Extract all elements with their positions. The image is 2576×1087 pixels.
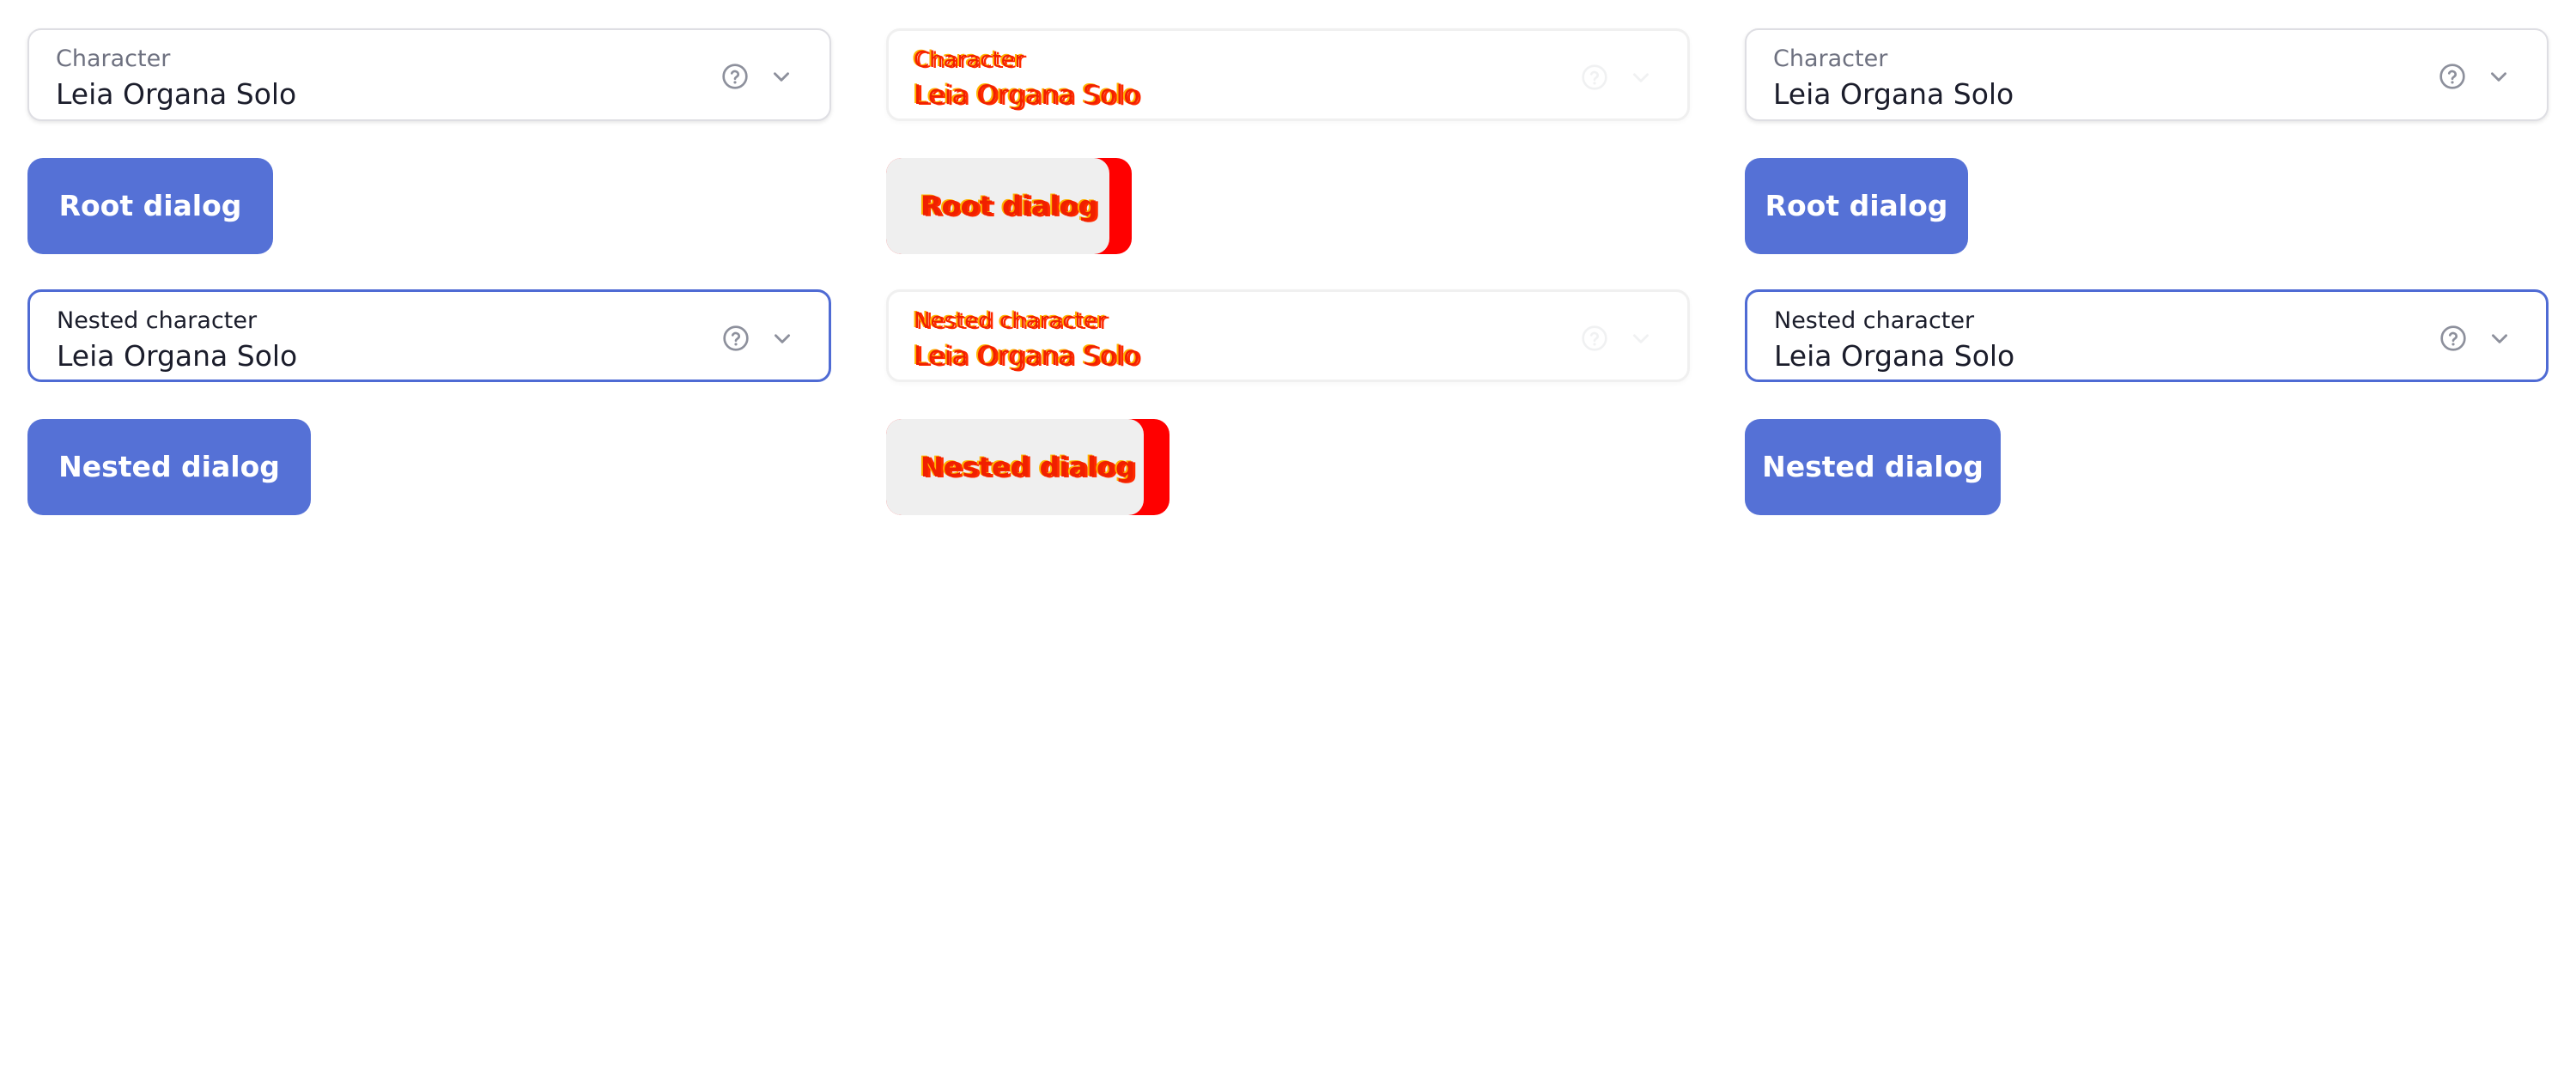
nested-character-select[interactable]: Nested character Leia Organa Solo (27, 289, 831, 382)
character-label: Character (914, 47, 1024, 73)
root-dialog-button-diff[interactable]: Root dialog (886, 158, 1132, 254)
chevron-down-icon[interactable] (2488, 327, 2511, 349)
help-circle-icon[interactable] (1581, 325, 1608, 352)
nested-character-label: Nested character (57, 307, 258, 334)
character-value: Leia Organa Solo (914, 80, 1140, 111)
nested-dialog-label: Nested dialog (920, 451, 1135, 483)
character-label: Character (56, 46, 171, 72)
root-dialog-label: Root dialog (920, 190, 1098, 222)
nested-character-value: Leia Organa Solo (1774, 339, 2015, 373)
help-circle-icon[interactable] (721, 63, 749, 90)
character-select[interactable]: Character Leia Organa Solo (27, 28, 831, 121)
root-dialog-button[interactable]: Root dialog (27, 158, 273, 254)
chevron-down-icon[interactable] (771, 327, 793, 349)
root-dialog-button[interactable]: Root dialog (1745, 158, 1968, 254)
character-label: Character (1773, 46, 1888, 72)
nested-character-select[interactable]: Nested character Leia Organa Solo (1745, 289, 2549, 382)
nested-dialog-button-diff[interactable]: Nested dialog (886, 419, 1170, 515)
help-circle-icon[interactable] (1581, 64, 1608, 91)
help-circle-icon[interactable] (2439, 325, 2467, 352)
nested-dialog-button[interactable]: Nested dialog (1745, 419, 2001, 515)
nested-dialog-button[interactable]: Nested dialog (27, 419, 311, 515)
nested-character-value: Leia Organa Solo (57, 339, 298, 373)
nested-character-value: Leia Organa Solo (914, 341, 1140, 372)
nested-character-label: Nested character (914, 308, 1107, 334)
character-value: Leia Organa Solo (56, 77, 297, 111)
chevron-down-icon[interactable] (770, 65, 793, 88)
nested-character-label: Nested character (1774, 307, 1975, 334)
chevron-down-icon[interactable] (2488, 65, 2510, 88)
help-circle-icon[interactable] (2439, 63, 2466, 90)
help-circle-icon[interactable] (722, 325, 750, 352)
chevron-down-icon[interactable] (1630, 66, 1652, 88)
character-value: Leia Organa Solo (1773, 77, 2014, 111)
character-select-diff[interactable]: Character Leia Organa Solo (886, 28, 1690, 121)
chevron-down-icon[interactable] (1630, 327, 1652, 349)
nested-character-select-diff[interactable]: Nested character Leia Organa Solo (886, 289, 1690, 382)
character-select[interactable]: Character Leia Organa Solo (1745, 28, 2549, 121)
